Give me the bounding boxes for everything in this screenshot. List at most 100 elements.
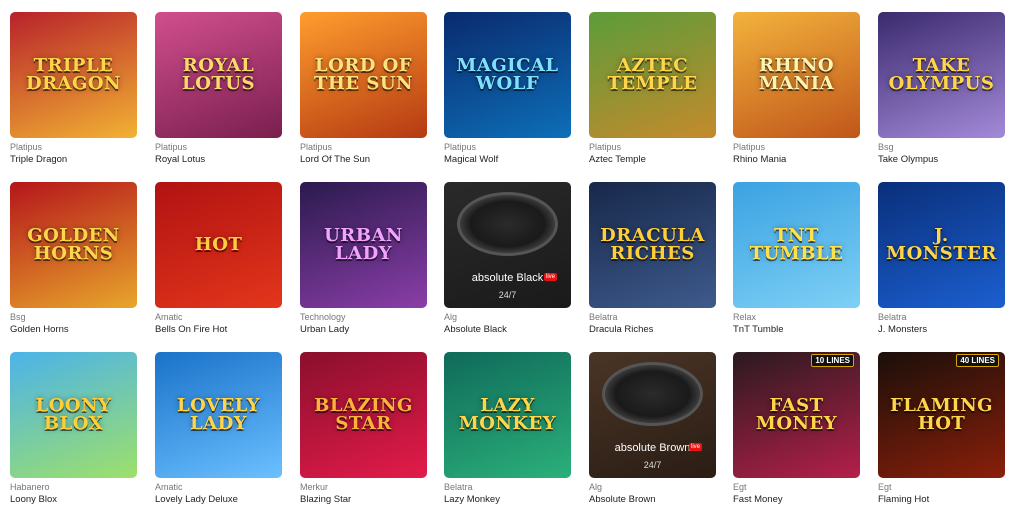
game-thumbnail[interactable]: URBAN LADY	[300, 182, 427, 308]
game-logo-text: TAKE OLYMPUS	[888, 55, 995, 94]
availability-label: 24/7	[498, 290, 517, 300]
game-title[interactable]: Lazy Monkey	[444, 493, 571, 506]
game-thumbnail[interactable]: absolute Black 24/7 live	[444, 182, 571, 308]
live-badge: live	[688, 443, 702, 451]
game-card-triple-dragon[interactable]: TRIPLE DRAGON Platipus Triple Dragon	[10, 12, 137, 166]
game-logo-text: URBAN LADY	[324, 225, 403, 264]
game-title[interactable]: Blazing Star	[300, 493, 427, 506]
game-provider: Bsg	[10, 312, 26, 322]
game-provider: Belatra	[444, 482, 473, 492]
game-card-blazing-star[interactable]: BLAZING STAR Merkur Blazing Star	[300, 352, 427, 506]
game-provider: Platipus	[155, 142, 188, 152]
lines-badge: 10 LINES	[811, 354, 854, 367]
roulette-wheel-icon	[602, 362, 703, 426]
game-provider: Habanero	[10, 482, 50, 492]
roulette-wheel-icon	[457, 192, 558, 256]
game-logo-text: GOLDEN HORNS	[27, 225, 120, 264]
game-provider: Technology	[300, 312, 346, 322]
game-title[interactable]: Absolute Brown	[589, 493, 716, 506]
game-provider: Platipus	[589, 142, 622, 152]
game-thumbnail[interactable]: ROYAL LOTUS	[155, 12, 282, 138]
game-thumbnail[interactable]: Lovely Lady	[155, 352, 282, 478]
game-title[interactable]: Aztec Temple	[589, 153, 716, 166]
game-card-golden-horns[interactable]: GOLDEN HORNS Bsg Golden Horns	[10, 182, 137, 336]
game-card-fast-money[interactable]: FAST MONEY 10 LINES Egt Fast Money	[733, 352, 860, 506]
game-title[interactable]: Urban Lady	[300, 323, 427, 336]
game-provider: Amatic	[155, 482, 183, 492]
game-thumbnail[interactable]: RHINO MANIA	[733, 12, 860, 138]
game-title[interactable]: Loony Blox	[10, 493, 137, 506]
game-title[interactable]: J. Monsters	[878, 323, 1005, 336]
game-title[interactable]: Royal Lotus	[155, 153, 282, 166]
game-provider: Bsg	[878, 142, 894, 152]
game-card-take-olympus[interactable]: TAKE OLYMPUS Bsg Take Olympus	[878, 12, 1005, 166]
availability-label: 24/7	[643, 460, 662, 470]
game-thumbnail[interactable]: AZTEC TEMPLE	[589, 12, 716, 138]
game-card-lord-of-the-sun[interactable]: LORD OF THE SUN Platipus Lord Of The Sun	[300, 12, 427, 166]
game-card-bells-on-fire-hot[interactable]: HOT Amatic Bells On Fire Hot	[155, 182, 282, 336]
game-thumbnail[interactable]: J. MONSTER	[878, 182, 1005, 308]
game-thumbnail[interactable]: LOONY BLOX	[10, 352, 137, 478]
game-logo-text: TRIPLE DRAGON	[25, 55, 122, 94]
game-thumbnail[interactable]: GOLDEN HORNS	[10, 182, 137, 308]
game-thumbnail[interactable]: absolute Brown 24/7 live	[589, 352, 716, 478]
game-card-rhino-mania[interactable]: RHINO MANIA Platipus Rhino Mania	[733, 12, 860, 166]
game-title[interactable]: Rhino Mania	[733, 153, 860, 166]
game-thumbnail[interactable]: TRIPLE DRAGON	[10, 12, 137, 138]
game-logo-text: AZTEC TEMPLE	[607, 55, 698, 94]
game-title[interactable]: Dracula Riches	[589, 323, 716, 336]
game-logo-text: Lovely Lady	[176, 395, 261, 434]
game-card-urban-lady[interactable]: URBAN LADY Technology Urban Lady	[300, 182, 427, 336]
game-thumbnail[interactable]: FLAMING HOT 40 LINES	[878, 352, 1005, 478]
game-thumbnail[interactable]: TAKE OLYMPUS	[878, 12, 1005, 138]
game-card-aztec-temple[interactable]: AZTEC TEMPLE Platipus Aztec Temple	[589, 12, 716, 166]
game-title[interactable]: Lord Of The Sun	[300, 153, 427, 166]
game-title[interactable]: Magical Wolf	[444, 153, 571, 166]
game-provider: Alg	[589, 482, 603, 492]
game-card-magical-wolf[interactable]: MAGICAL WOLF Platipus Magical Wolf	[444, 12, 571, 166]
game-card-lazy-monkey[interactable]: LAZY MONKEY Belatra Lazy Monkey	[444, 352, 571, 506]
game-logo-text: J. MONSTER	[886, 225, 997, 264]
game-provider: Egt	[878, 482, 892, 492]
game-card-absolute-brown[interactable]: absolute Brown 24/7 live Alg Absolute Brown	[589, 352, 716, 506]
game-logo-text: DRACULA RICHES	[600, 225, 705, 264]
game-provider: Platipus	[10, 142, 43, 152]
game-thumbnail[interactable]: LORD OF THE SUN	[300, 12, 427, 138]
game-title[interactable]: Lovely Lady Deluxe	[155, 493, 282, 506]
game-logo-text: MAGICAL WOLF	[456, 55, 559, 94]
game-thumbnail[interactable]: BLAZING STAR	[300, 352, 427, 478]
live-badge: live	[543, 273, 557, 281]
game-thumbnail[interactable]: DRACULA RICHES	[589, 182, 716, 308]
game-logo-text: FLAMING HOT	[889, 395, 994, 434]
game-title[interactable]: Triple Dragon	[10, 153, 137, 166]
game-title[interactable]: Absolute Black	[444, 323, 571, 336]
game-card-lovely-lady-deluxe[interactable]: Lovely Lady Amatic Lovely Lady Deluxe	[155, 352, 282, 506]
game-card-tnt-tumble[interactable]: TNT TUMBLE Relax TnT Tumble	[733, 182, 860, 336]
game-title[interactable]: Bells On Fire Hot	[155, 323, 282, 336]
game-logo-text: ROYAL LOTUS	[182, 55, 255, 94]
game-provider: Alg	[444, 312, 458, 322]
game-logo-text: LORD OF THE SUN	[313, 55, 414, 94]
game-provider: Platipus	[733, 142, 766, 152]
game-card-dracula-riches[interactable]: DRACULA RICHES Belatra Dracula Riches	[589, 182, 716, 336]
game-card-flaming-hot[interactable]: FLAMING HOT 40 LINES Egt Flaming Hot	[878, 352, 1005, 506]
game-thumbnail[interactable]: FAST MONEY 10 LINES	[733, 352, 860, 478]
game-card-j-monsters[interactable]: J. MONSTER Belatra J. Monsters	[878, 182, 1005, 336]
game-thumbnail[interactable]: LAZY MONKEY	[444, 352, 571, 478]
game-card-absolute-black[interactable]: absolute Black 24/7 live Alg Absolute Black	[444, 182, 571, 336]
game-title[interactable]: Take Olympus	[878, 153, 1005, 166]
game-title[interactable]: Fast Money	[733, 493, 860, 506]
game-thumbnail[interactable]: TNT TUMBLE	[733, 182, 860, 308]
game-provider: Relax	[733, 312, 757, 322]
game-thumbnail[interactable]: MAGICAL WOLF	[444, 12, 571, 138]
game-logo-text: FAST MONEY	[755, 395, 838, 434]
game-card-royal-lotus[interactable]: ROYAL LOTUS Platipus Royal Lotus	[155, 12, 282, 166]
game-provider: Platipus	[444, 142, 477, 152]
game-thumbnail[interactable]: HOT	[155, 182, 282, 308]
game-provider: Platipus	[300, 142, 333, 152]
game-title[interactable]: Flaming Hot	[878, 493, 1005, 506]
game-logo-text: LAZY MONKEY	[458, 395, 557, 434]
game-title[interactable]: Golden Horns	[10, 323, 137, 336]
game-title[interactable]: TnT Tumble	[733, 323, 860, 336]
game-card-loony-blox[interactable]: LOONY BLOX Habanero Loony Blox	[10, 352, 137, 506]
